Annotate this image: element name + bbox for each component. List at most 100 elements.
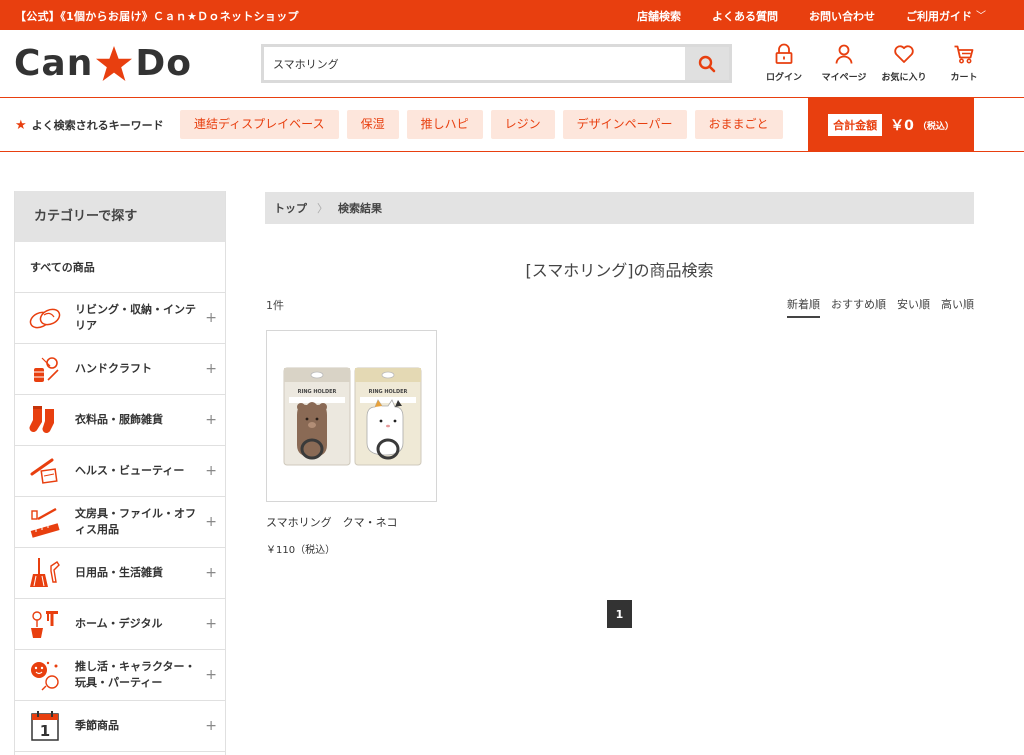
store-search-link[interactable]: 店舗検索 [637, 8, 681, 24]
category-label: 推し活・キャラクター・玩具・パーティー [75, 660, 196, 689]
keyword-chip[interactable]: おままごと [694, 110, 783, 139]
logo-text-left: Can [14, 43, 94, 84]
favorites-button[interactable]: お気に入り [880, 43, 928, 83]
category-label: ハンドクラフト [75, 362, 152, 375]
lock-icon [775, 43, 793, 64]
category-label: ホーム・デジタル [75, 617, 163, 630]
logo[interactable]: Can Do [14, 44, 192, 84]
category-label: リビング・収納・インテリア [75, 303, 196, 332]
expand-icon[interactable]: + [205, 565, 217, 581]
breadcrumb-separator: 〉 [317, 202, 328, 215]
top-bar: 【公式】《1個からお届け》Ｃａｎ★Ｄｏネットショップ 店舗検索 よくある質問 お… [0, 0, 1024, 30]
keyword-title: ★ よく検索されるキーワード [15, 117, 164, 133]
category-sidebar: カテゴリーで探す すべての商品 リビング・収納・インテリア + ハンドクラフト … [14, 191, 226, 755]
package-label-right: RING HOLDER [369, 389, 408, 395]
stationery-icon [28, 505, 62, 539]
faq-link[interactable]: よくある質問 [712, 8, 778, 24]
sidebar-item-character-toys[interactable]: 推し活・キャラクター・玩具・パーティー + [15, 650, 225, 701]
expand-icon[interactable]: + [205, 463, 217, 479]
sort-expensive[interactable]: 高い順 [941, 296, 974, 318]
expand-icon[interactable]: + [205, 412, 217, 428]
sidebar-item-seasonal[interactable]: 1 季節商品 + [15, 701, 225, 752]
login-button[interactable]: ログイン [760, 43, 808, 83]
header-icons: ログイン マイページ お気に入り カート [760, 43, 1000, 83]
beauty-icon [28, 454, 62, 488]
total-tax: （税込） [917, 121, 954, 132]
product-name[interactable]: スマホリング クマ・ネコ [266, 514, 437, 530]
breadcrumb-current: 検索結果 [338, 202, 382, 215]
craft-icon [28, 352, 62, 386]
search-input[interactable] [264, 47, 688, 80]
mypage-button[interactable]: マイページ [820, 43, 868, 83]
category-label: 日用品・生活雑貨 [75, 566, 163, 579]
breadcrumb-home[interactable]: トップ [274, 200, 307, 216]
party-icon [28, 658, 62, 692]
product-image[interactable]: RING HOLDER RING HOLDER [266, 330, 437, 502]
header: Can Do ログイン マイページ [0, 30, 1024, 98]
product-card[interactable]: RING HOLDER RING HOLDER スマホリング クマ・ネコ ￥11… [266, 330, 437, 556]
search-box [261, 44, 732, 83]
socks-icon [28, 403, 62, 437]
broom-icon [28, 556, 62, 590]
sidebar-item-all[interactable]: すべての商品 [15, 242, 225, 293]
expand-icon[interactable]: + [205, 310, 217, 326]
search-icon [698, 55, 716, 72]
favorites-label: お気に入り [881, 73, 927, 83]
cart-total[interactable]: 合計金額 ￥0 （税込） [808, 98, 974, 152]
sidebar-item-living[interactable]: リビング・収納・インテリア + [15, 293, 225, 344]
cart-icon [954, 45, 974, 64]
sort-cheapest[interactable]: 安い順 [897, 296, 930, 318]
expand-icon[interactable]: + [205, 667, 217, 683]
sidebar-heading: カテゴリーで探す [15, 191, 225, 242]
calendar-number: 1 [40, 722, 50, 740]
total-label: 合計金額 [828, 114, 883, 136]
site-tagline: 【公式】《1個からお届け》Ｃａｎ★Ｄｏネットショップ [15, 10, 299, 23]
expand-icon[interactable]: + [205, 616, 217, 632]
sort-newest[interactable]: 新着順 [787, 296, 820, 318]
sidebar-item-home-digital[interactable]: ホーム・デジタル + [15, 599, 225, 650]
category-label: 季節商品 [75, 719, 119, 732]
slippers-icon [28, 301, 62, 335]
keyword-chip[interactable]: 推しハピ [406, 110, 483, 139]
tools-icon [28, 607, 62, 641]
sidebar-item-handcraft[interactable]: ハンドクラフト + [15, 344, 225, 395]
top-links: 店舗検索 よくある質問 お問い合わせ ご利用ガイド [606, 8, 972, 24]
category-label: ヘルス・ビューティー [75, 464, 185, 477]
sort-recommended[interactable]: おすすめ順 [831, 296, 886, 318]
calendar-icon: 1 [28, 709, 62, 743]
mypage-label: マイページ [821, 73, 867, 83]
category-label: 衣料品・服飾雑貨 [75, 413, 163, 426]
keyword-bar: ★ よく検索されるキーワード 連結ディスプレイベース 保湿 推しハピ レジン デ… [0, 98, 1024, 152]
pagination-page[interactable]: 1 [607, 600, 632, 628]
page-title: [スマホリング]の商品検索 [525, 261, 714, 280]
keyword-chip[interactable]: レジン [490, 110, 555, 139]
category-label: 文房具・ファイル・オフィス用品 [75, 507, 196, 536]
star-icon: ★ [15, 117, 27, 133]
expand-icon[interactable]: + [205, 361, 217, 377]
keyword-chip[interactable]: 連結ディスプレイベース [180, 110, 339, 139]
login-label: ログイン [765, 73, 802, 83]
product-photo: RING HOLDER RING HOLDER [283, 367, 422, 466]
sidebar-item-stationery[interactable]: 文房具・ファイル・オフィス用品 + [15, 497, 225, 548]
sort-options: 新着順 おすすめ順 安い順 高い順 [776, 296, 974, 318]
keyword-chip[interactable]: デザインペーパー [562, 110, 687, 139]
logo-text-right: Do [135, 43, 192, 84]
cart-label: カート [950, 73, 978, 83]
keyword-chips: 連結ディスプレイベース 保湿 推しハピ レジン デザインペーパー おままごと [180, 110, 791, 139]
logo-star-icon [96, 46, 133, 81]
expand-icon[interactable]: + [205, 514, 217, 530]
breadcrumb: トップ 〉 検索結果 [265, 192, 974, 224]
product-price: ￥110（税込） [266, 545, 336, 556]
contact-link[interactable]: お問い合わせ [809, 8, 875, 24]
guide-link[interactable]: ご利用ガイド [906, 8, 972, 24]
sidebar-item-clothing[interactable]: 衣料品・服飾雑貨 + [15, 395, 225, 446]
sidebar-item-daily[interactable]: 日用品・生活雑貨 + [15, 548, 225, 599]
keyword-chip[interactable]: 保湿 [346, 110, 399, 139]
expand-icon[interactable]: + [205, 718, 217, 734]
cart-button[interactable]: カート [940, 43, 988, 83]
sidebar-item-beauty[interactable]: ヘルス・ビューティー + [15, 446, 225, 497]
keyword-title-text: よく検索されるキーワード [31, 119, 164, 132]
search-button[interactable] [685, 47, 729, 80]
package-label-left: RING HOLDER [298, 389, 337, 395]
chevron-down-icon[interactable]: ﹀ [976, 7, 986, 22]
